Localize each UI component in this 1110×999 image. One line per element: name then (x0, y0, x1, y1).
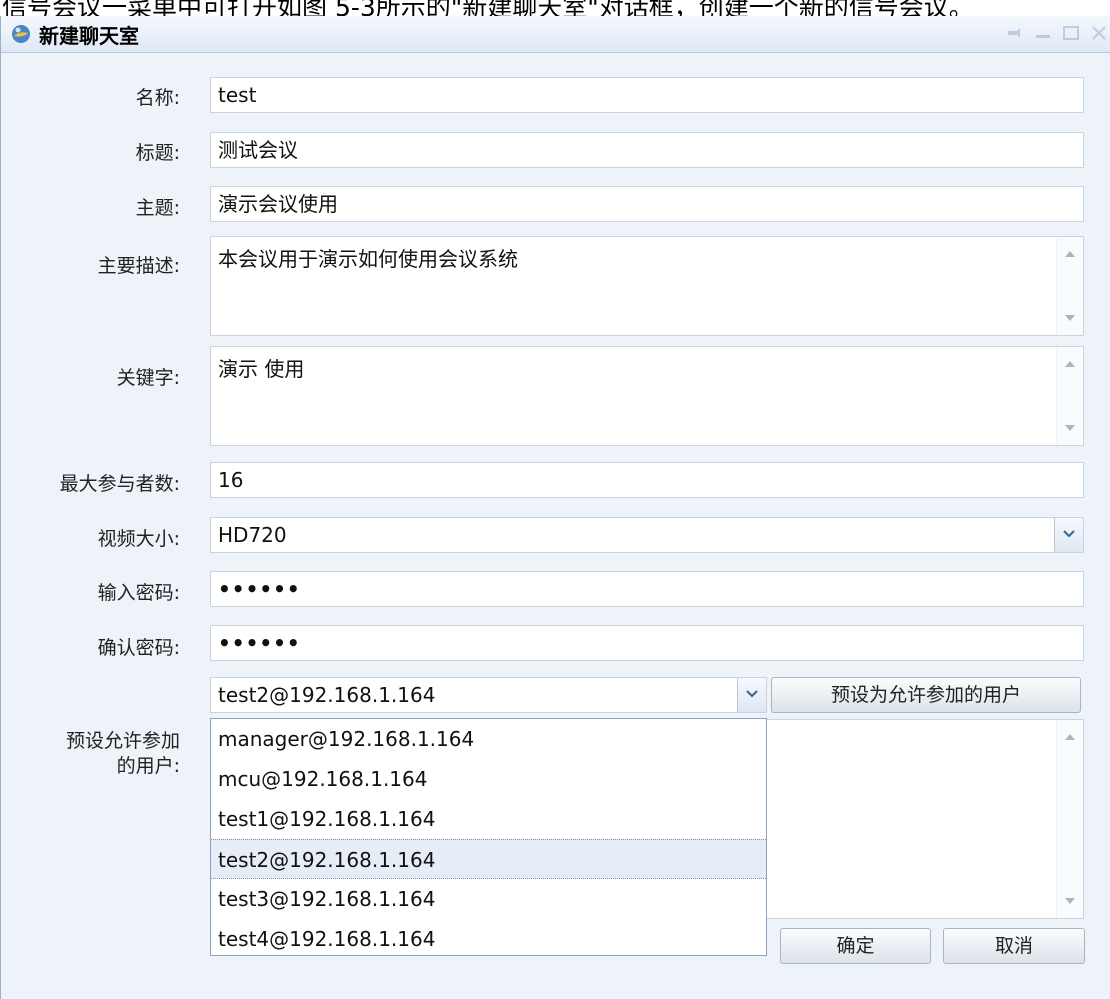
preset-users-scrollbar[interactable] (1056, 720, 1083, 918)
scroll-up-icon[interactable] (1065, 734, 1075, 740)
preset-user-dropdown-list[interactable]: manager@192.168.1.164 mcu@192.168.1.164 … (210, 718, 767, 956)
title-bar[interactable]: 新建聊天室 (1, 16, 1110, 53)
title-input[interactable]: 测试会议 (210, 132, 1084, 168)
scroll-down-icon[interactable] (1065, 898, 1075, 904)
topic-input[interactable]: 演示会议使用 (210, 186, 1084, 222)
keywords-text: 演示 使用 (218, 357, 305, 381)
chevron-down-icon (1063, 530, 1075, 538)
password-input[interactable]: •••••• (210, 571, 1084, 607)
maximize-icon[interactable] (1061, 25, 1081, 41)
app-globe-icon (12, 25, 30, 43)
keywords-scrollbar[interactable] (1056, 347, 1083, 445)
preset-user-combo[interactable]: test2@192.168.1.164 (210, 677, 767, 713)
max-participants-input[interactable]: 16 (210, 462, 1084, 498)
title-label: 标题: (135, 142, 180, 164)
preset-user-dropdown-button[interactable] (737, 678, 766, 712)
minimize-icon[interactable] (1033, 25, 1053, 41)
description-label: 主要描述: (97, 255, 180, 277)
video-size-label: 视频大小: (97, 528, 180, 550)
chevron-down-icon (746, 690, 758, 698)
preset-users-label-line1: 预设允许参加 (65, 730, 180, 752)
video-size-select[interactable]: HD720 (210, 517, 1084, 553)
close-icon[interactable] (1089, 25, 1109, 41)
dropdown-option[interactable]: mcu@192.168.1.164 (211, 759, 766, 799)
dropdown-option[interactable]: manager@192.168.1.164 (211, 719, 766, 759)
name-input[interactable]: test (210, 77, 1084, 113)
description-textarea[interactable]: 本会议用于演示如何使用会议系统 (210, 236, 1084, 336)
video-size-dropdown-button[interactable] (1054, 518, 1083, 552)
video-size-value: HD720 (218, 523, 287, 547)
scroll-up-icon[interactable] (1065, 361, 1075, 367)
background-caption-text: 信号会议一菜单中可打开如图 5-3所示的"新建聊天室"对话框，创建一个新的信号会… (2, 0, 974, 16)
scroll-down-icon[interactable] (1065, 425, 1075, 431)
ok-button[interactable]: 确定 (780, 928, 931, 964)
max-participants-label: 最大参与者数: (59, 473, 180, 495)
keywords-textarea[interactable]: 演示 使用 (210, 346, 1084, 446)
pin-icon[interactable] (1005, 25, 1025, 41)
preset-user-combo-value: test2@192.168.1.164 (218, 683, 436, 707)
topic-label: 主题: (135, 197, 180, 219)
description-scrollbar[interactable] (1056, 237, 1083, 335)
new-chatroom-dialog: 新建聊天室 名称: test 标题: 测试会议 主题: 演示会议使用 主要描述:… (0, 16, 1110, 999)
confirm-password-label: 确认密码: (97, 637, 180, 659)
dropdown-option-selected[interactable]: test2@192.168.1.164 (211, 839, 766, 879)
scroll-up-icon[interactable] (1065, 251, 1075, 257)
confirm-password-input[interactable]: •••••• (210, 625, 1084, 661)
background-caption: 信号会议一菜单中可打开如图 5-3所示的"新建聊天室"对话框，创建一个新的信号会… (0, 0, 1110, 16)
description-text: 本会议用于演示如何使用会议系统 (218, 247, 518, 271)
window-title: 新建聊天室 (39, 24, 139, 48)
keywords-label: 关键字: (116, 367, 180, 389)
password-label: 输入密码: (97, 582, 180, 604)
dropdown-option[interactable]: test3@192.168.1.164 (211, 879, 766, 919)
dropdown-option[interactable]: test4@192.168.1.164 (211, 919, 766, 959)
preset-users-label-line2: 的用户: (116, 755, 180, 777)
cancel-button[interactable]: 取消 (943, 928, 1085, 964)
dropdown-option[interactable]: test1@192.168.1.164 (211, 799, 766, 839)
scroll-down-icon[interactable] (1065, 315, 1075, 321)
add-preset-user-button[interactable]: 预设为允许参加的用户 (771, 677, 1081, 713)
name-label: 名称: (135, 87, 180, 109)
